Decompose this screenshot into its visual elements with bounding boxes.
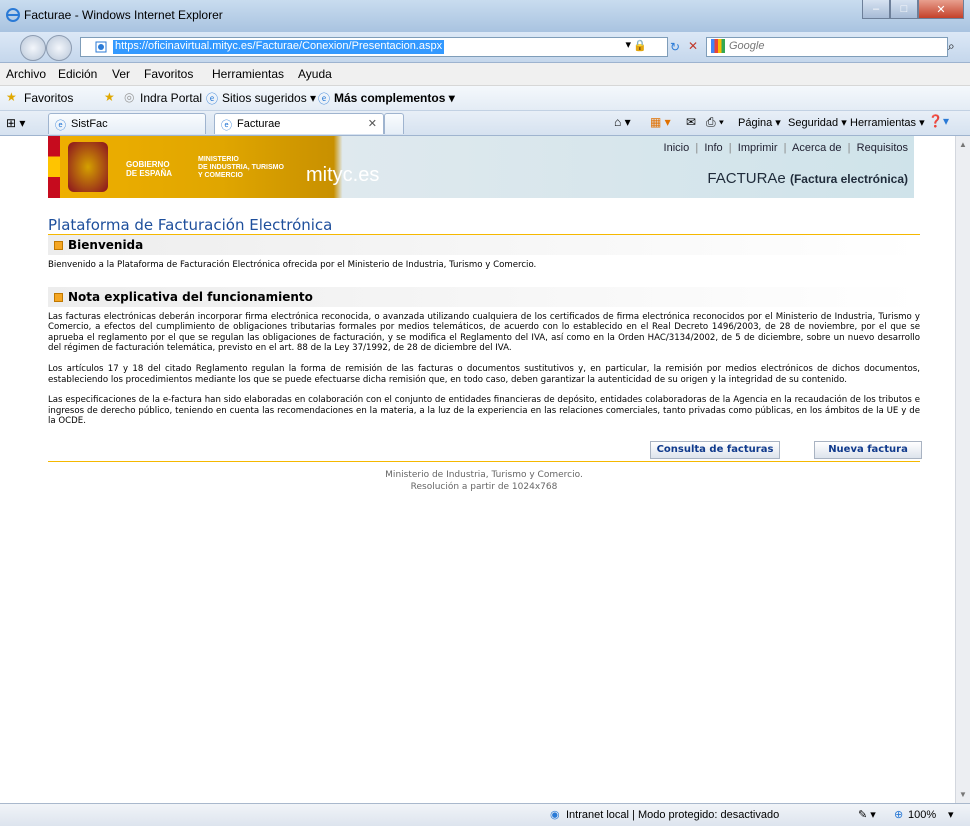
- section-nota-title: Nota explicativa del funcionamiento: [68, 289, 313, 304]
- footer-resolucion: Resolución a partir de 1024x768: [410, 481, 558, 492]
- menu-pagina[interactable]: Página ▾: [738, 116, 781, 129]
- indra-icon: ◎: [124, 90, 135, 104]
- coat-of-arms-icon: [68, 142, 108, 192]
- menu-edicion[interactable]: Edición: [58, 67, 97, 81]
- scroll-up-icon[interactable]: ▲: [959, 140, 967, 149]
- help-icon[interactable]: ❓▾: [928, 114, 949, 128]
- page-content: GOBIERNO DE ESPAÑA MINISTERIO DE INDUSTR…: [4, 136, 956, 803]
- facturae-brand: FACTURAe (Factura electrónica): [707, 170, 908, 187]
- main-section: Plataforma de Facturación Electrónica Bi…: [48, 216, 922, 492]
- status-bar: ◉ Intranet local | Modo protegido: desac…: [0, 803, 970, 826]
- top-nav: Inicio | Info | Imprimir | Acerca de | R…: [663, 142, 908, 154]
- site-banner: GOBIERNO DE ESPAÑA MINISTERIO DE INDUSTR…: [48, 136, 914, 198]
- tab-bar: ⊞ ▾ ⓔ SistFac ⓔ Facturae ✕ ⌂ ▾ ▦ ▾ ✉ ⎙ ▾…: [0, 111, 970, 136]
- section-nota: Nota explicativa del funcionamiento: [48, 286, 920, 307]
- page-title: Plataforma de Facturación Electrónica: [48, 216, 333, 234]
- url-text: https://oficinavirtual.mityc.es/Facturae…: [113, 40, 445, 54]
- button-row: Consulta de facturas Nueva factura: [48, 427, 922, 461]
- nav-acerca-de[interactable]: Acerca de: [792, 142, 842, 154]
- favorites-button[interactable]: Favoritos: [24, 91, 73, 105]
- fav-indra-portal[interactable]: Indra Portal: [140, 91, 202, 105]
- nav-imprimir[interactable]: Imprimir: [738, 142, 778, 154]
- close-window-button[interactable]: ✕: [918, 0, 964, 19]
- gobierno-label: GOBIERNO DE ESPAÑA: [126, 160, 173, 178]
- footer-ministerio: Ministerio de Industria, Turismo y Comer…: [385, 469, 583, 480]
- back-button[interactable]: [20, 35, 46, 61]
- consulta-facturas-button[interactable]: Consulta de facturas: [650, 440, 780, 459]
- quick-tabs-icon[interactable]: ⊞ ▾: [6, 116, 25, 130]
- menu-ayuda[interactable]: Ayuda: [298, 67, 332, 81]
- menu-herramientas-cmd[interactable]: Herramientas ▾: [850, 116, 925, 129]
- bullet-icon: [54, 292, 63, 302]
- close-tab-icon[interactable]: ✕: [368, 117, 377, 130]
- paragraph-3: Las especificaciones de la e-factura han…: [48, 395, 920, 427]
- window-title: Facturae - Windows Internet Explorer: [24, 8, 223, 22]
- address-input[interactable]: https://oficinavirtual.mityc.es/Facturae…: [80, 37, 668, 57]
- stop-icon[interactable]: ✕: [688, 39, 698, 53]
- mail-icon[interactable]: ✉: [686, 115, 696, 129]
- fav-mas-complementos[interactable]: Más complementos ▾: [334, 91, 455, 105]
- menu-ver[interactable]: Ver: [112, 67, 130, 81]
- menu-favoritos[interactable]: Favoritos: [144, 67, 193, 81]
- refresh-icon[interactable]: ↻: [670, 40, 680, 54]
- menu-herramientas[interactable]: Herramientas: [212, 67, 284, 81]
- page-icon: [95, 41, 107, 53]
- paragraph-2: Los artículos 17 y 18 del citado Reglame…: [48, 363, 920, 385]
- minimize-button[interactable]: –: [862, 0, 890, 19]
- address-toolbar: https://oficinavirtual.mityc.es/Facturae…: [0, 32, 970, 63]
- zone-status[interactable]: Intranet local | Modo protegido: desacti…: [566, 809, 779, 821]
- google-icon: [711, 39, 725, 53]
- scroll-down-icon[interactable]: ▼: [959, 790, 967, 799]
- section-bienvenida: Bienvenida: [48, 235, 920, 255]
- welcome-text: Bienvenido a la Plataforma de Facturació…: [48, 260, 537, 270]
- tab-ie-icon: ⓔ: [55, 120, 66, 132]
- vertical-scrollbar[interactable]: ▲ ▼: [955, 136, 970, 803]
- menu-seguridad[interactable]: Seguridad ▾: [788, 116, 847, 129]
- menu-archivo[interactable]: Archivo: [6, 67, 46, 81]
- paragraph-1: Las facturas electrónicas deberán incorp…: [48, 311, 920, 354]
- lock-icon[interactable]: 🔒: [633, 39, 647, 52]
- zoom-icon[interactable]: ⊕: [894, 808, 903, 821]
- section-bienvenida-title: Bienvenida: [68, 238, 144, 252]
- ie-logo-icon: [6, 8, 20, 22]
- nueva-factura-button[interactable]: Nueva factura: [814, 440, 922, 459]
- home-icon[interactable]: ⌂ ▾: [614, 115, 631, 129]
- print-icon[interactable]: ⎙ ▾: [706, 115, 724, 130]
- search-placeholder: Google: [729, 39, 765, 52]
- new-tab-button[interactable]: [384, 113, 404, 134]
- dropdown-arrow-icon[interactable]: ▾: [625, 38, 631, 51]
- add-favorite-icon[interactable]: ★: [104, 90, 115, 104]
- feeds-icon[interactable]: ▦ ▾: [650, 115, 671, 129]
- tab-facturae-label: Facturae: [237, 118, 281, 130]
- zoom-level[interactable]: 100%: [908, 809, 936, 821]
- star-icon: ★: [6, 90, 17, 104]
- nav-inicio[interactable]: Inicio: [664, 142, 690, 154]
- tab-sistfac-label: SistFac: [71, 118, 108, 130]
- ie-addon-icon: ⓔ: [318, 92, 331, 106]
- ministerio-label: MINISTERIO DE INDUSTRIA, TURISMO Y COMER…: [198, 156, 284, 179]
- search-icon[interactable]: ⌕: [948, 39, 955, 54]
- mityc-logo: mityc.es: [306, 164, 380, 186]
- brand-subtitle: (Factura electrónica): [789, 172, 908, 186]
- maximize-button[interactable]: □: [890, 0, 918, 19]
- nav-requisitos[interactable]: Requisitos: [857, 142, 908, 154]
- nav-info[interactable]: Info: [704, 142, 722, 154]
- flag-stripe: [48, 136, 60, 198]
- ie-icon: ⓔ: [206, 92, 219, 106]
- globe-icon: ◉: [550, 809, 560, 821]
- brand-title: FACTURAe: [707, 170, 786, 187]
- tab-ie-icon: ⓔ: [221, 120, 232, 132]
- fav-sitios-sugeridos[interactable]: Sitios sugeridos ▾: [222, 91, 316, 105]
- bullet-icon: [54, 241, 63, 250]
- tab-facturae[interactable]: ⓔ Facturae ✕: [214, 113, 384, 134]
- zoom-dropdown-icon[interactable]: ▾: [948, 808, 954, 821]
- window-titlebar: Facturae - Windows Internet Explorer – □…: [0, 0, 970, 33]
- forward-button[interactable]: [46, 35, 72, 61]
- menu-bar: Archivo Edición Ver Favoritos Herramient…: [0, 63, 970, 86]
- favorites-bar: ★ Favoritos ★ ◎ Indra Portal ⓔ Sitios su…: [0, 86, 970, 111]
- search-input[interactable]: Google: [706, 37, 948, 57]
- protected-mode-icon[interactable]: ✎ ▾: [858, 808, 876, 821]
- tab-sistfac[interactable]: ⓔ SistFac: [48, 113, 206, 134]
